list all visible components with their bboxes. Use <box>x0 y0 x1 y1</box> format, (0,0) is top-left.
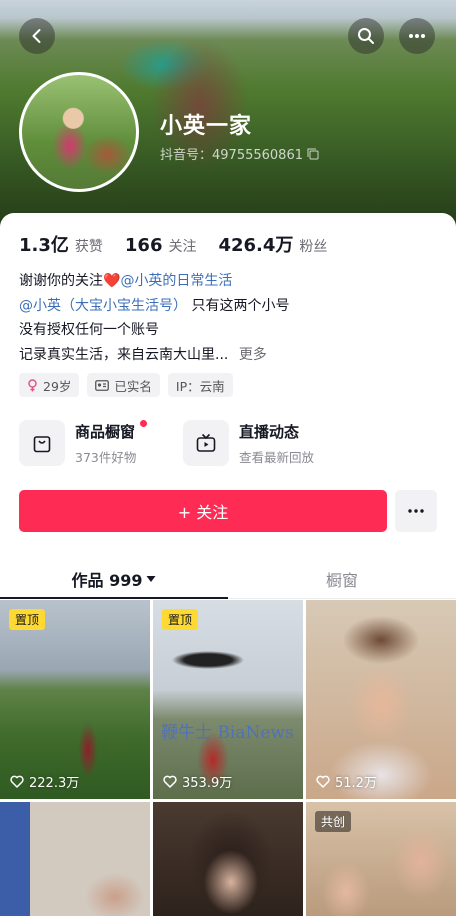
more-options-button[interactable] <box>399 18 435 54</box>
likes-label[interactable]: 获赞 <box>75 236 103 256</box>
live-updates-entry[interactable]: 直播动态 查看最新回放 <box>183 420 383 466</box>
following-label[interactable]: 关注 <box>168 236 196 256</box>
tab-works-label: 作品 999 <box>71 570 143 590</box>
tab-showcase[interactable]: 橱窗 <box>228 559 456 598</box>
mention-link-2[interactable]: @小英（大宝小宝生活号） <box>19 298 187 314</box>
watermark-text: 鞭牛士 BiaNews <box>161 723 294 743</box>
douyin-id[interactable]: 抖音号：49755560861 <box>160 144 319 163</box>
profile-tags: 29岁 已实名 IP：云南 <box>19 373 233 397</box>
ip-tag: IP：云南 <box>167 373 233 397</box>
follow-button[interactable]: + 关注 <box>19 490 387 532</box>
avatar[interactable] <box>19 72 139 192</box>
like-count-text: 51.2万 <box>335 776 377 791</box>
live-updates-title: 直播动态 <box>239 422 300 441</box>
notification-dot <box>140 420 147 427</box>
id-card-icon <box>95 379 110 391</box>
video-thumbnail[interactable] <box>153 802 303 916</box>
tab-showcase-label: 橱窗 <box>325 570 358 590</box>
followers-label[interactable]: 粉丝 <box>299 236 327 256</box>
bio: 谢谢你的关注❤️@小英的日常生活 @小英（大宝小宝生活号） 只有这两个小号 没有… <box>19 269 439 367</box>
age-tag: 29岁 <box>19 373 80 397</box>
profile-card: 1.3亿 获赞 166 关注 426.4万 粉丝 谢谢你的关注❤️@小英的日常生… <box>0 213 456 916</box>
copy-icon[interactable] <box>307 148 319 160</box>
shortcuts-row: 商品橱窗 373件好物 直播动态 查看最新回放 <box>19 420 383 466</box>
like-count: 353.9万 <box>163 772 232 791</box>
more-dots-icon <box>408 509 424 513</box>
verified-tag: 已实名 <box>87 373 160 397</box>
shop-icon-box <box>19 420 65 466</box>
followers-count[interactable]: 426.4万 <box>218 231 293 257</box>
shop-window-entry[interactable]: 商品橱窗 373件好物 <box>19 420 169 466</box>
shop-window-title: 商品橱窗 <box>75 422 136 441</box>
video-thumbnail[interactable]: 51.2万 <box>306 600 456 799</box>
video-thumbnail[interactable]: 置顶 222.3万 <box>0 600 150 799</box>
heart-outline-icon <box>163 775 177 788</box>
like-count-text: 222.3万 <box>29 776 80 791</box>
following-count[interactable]: 166 <box>125 235 163 256</box>
shopping-bag-icon <box>33 436 51 453</box>
like-count: 51.2万 <box>316 772 377 791</box>
pinned-badge: 置顶 <box>9 609 46 630</box>
follow-more-button[interactable] <box>395 490 437 532</box>
verified-text: 已实名 <box>114 378 152 394</box>
like-count: 222.3万 <box>10 772 79 791</box>
content-tabs: 作品 999 橱窗 <box>0 559 456 599</box>
douyin-id-text: 抖音号：49755560861 <box>160 148 303 163</box>
back-button[interactable] <box>19 18 55 54</box>
video-thumbnail[interactable] <box>0 802 150 916</box>
live-updates-subtitle: 查看最新回放 <box>239 449 315 465</box>
female-icon <box>28 378 37 391</box>
co-create-badge: 共创 <box>315 811 352 832</box>
more-dots-icon <box>409 34 425 38</box>
chevron-left-icon <box>32 29 41 43</box>
heart-outline-icon <box>10 775 24 788</box>
bio-line2-text: 只有这两个小号 <box>191 297 290 314</box>
heart-icon: ❤️ <box>103 273 121 289</box>
bio-more-link[interactable]: 更多 <box>239 347 267 363</box>
age-text: 29岁 <box>43 378 72 394</box>
search-button[interactable] <box>348 18 384 54</box>
bio-line1-text: 谢谢你的关注 <box>19 273 103 289</box>
bio-line4: 记录真实生活，来自云南大山里... <box>19 346 229 363</box>
video-grid: 置顶 222.3万 置顶 鞭牛士 BiaNews 353.9万 51.2万 共创 <box>0 600 456 916</box>
like-count-text: 353.9万 <box>182 776 233 791</box>
heart-outline-icon <box>316 775 330 788</box>
likes-count[interactable]: 1.3亿 <box>19 231 69 257</box>
search-icon <box>358 28 374 44</box>
video-thumbnail[interactable]: 共创 <box>306 802 456 916</box>
profile-name: 小英一家 <box>160 114 253 139</box>
live-icon-box <box>183 420 229 466</box>
mention-link-1[interactable]: @小英的日常生活 <box>120 273 232 289</box>
pinned-badge: 置顶 <box>162 609 199 630</box>
bio-line3: 没有授权任何一个账号 <box>19 322 159 338</box>
tv-icon <box>196 433 216 452</box>
ip-text: IP：云南 <box>175 378 225 394</box>
shop-window-subtitle: 373件好物 <box>75 449 137 465</box>
caret-down-icon[interactable] <box>146 575 156 583</box>
tab-works[interactable]: 作品 999 <box>0 559 228 599</box>
video-thumbnail[interactable]: 置顶 鞭牛士 BiaNews 353.9万 <box>153 600 303 799</box>
stats-row: 1.3亿 获赞 166 关注 426.4万 粉丝 <box>19 231 343 257</box>
